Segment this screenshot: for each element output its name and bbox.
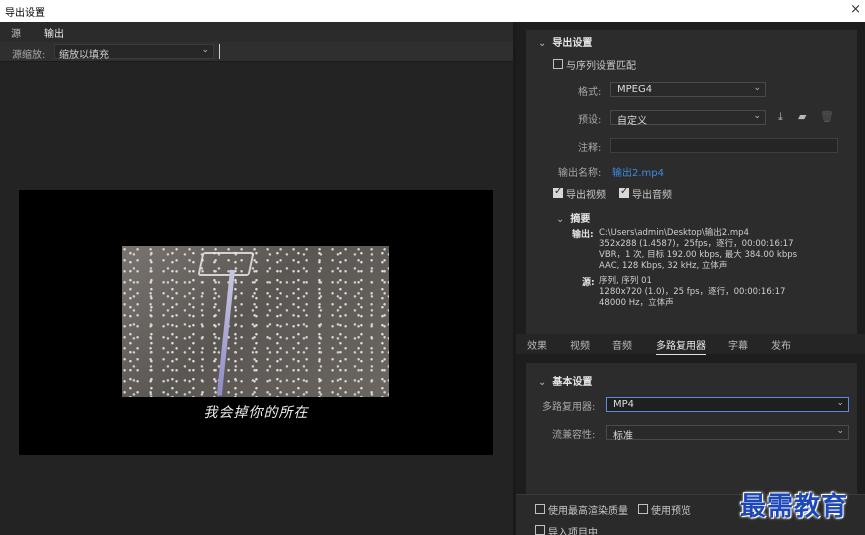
settings-tabs: 效果 视频 音频 多路复用器 字幕 发布 [516,334,865,355]
summary-output-line: AAC, 128 Kbps, 32 kHz, 立体声 [599,261,728,271]
scale-bar: 源缩放: 缩放以填充 ⌄ [0,42,513,62]
format-value: MPEG4 [617,84,653,95]
settings-pane: ⌄ 导出设置 与序列设置匹配 格式: MPEG4 ⌄ 预设: 自定义 ⌄ ⤓ ▰ … [516,22,865,535]
export-settings-panel: ⌄ 导出设置 与序列设置匹配 格式: MPEG4 ⌄ 预设: 自定义 ⌄ ⤓ ▰ … [526,30,857,340]
video-caption: 我会掉你的所在 [203,405,309,421]
source-output-tabs: 源 输出 [0,22,513,43]
output-name-label: 输出名称: [558,168,602,179]
summary-header[interactable]: ⌄ 摘要 [556,210,590,225]
multiplexer-dropdown[interactable]: MP4 ⌄ [606,397,849,412]
tab-publish[interactable]: 发布 [771,337,791,352]
tower-lights-graphic [197,252,255,276]
import-project-label: 导入项目中 [548,528,598,535]
window-title: 导出设置 [5,8,45,19]
export-video-label: 导出视频 [566,190,606,201]
basic-settings-title: 基本设置 [552,377,593,388]
delete-preset-icon[interactable]: 🗑 [820,110,834,123]
stream-compat-value: 标准 [613,431,633,442]
chevron-down-icon: ⌄ [836,426,844,436]
chevron-down-icon: ⌄ [753,83,761,93]
chevron-down-icon: ⌄ [538,377,547,388]
export-settings-title: 导出设置 [552,38,593,49]
summary-output-key: 输出: [572,230,594,240]
comment-input[interactable] [610,138,838,153]
use-preview-checkbox[interactable] [638,504,648,514]
match-sequence-label: 与序列设置匹配 [566,61,636,72]
use-preview-label: 使用预览 [651,506,691,517]
save-preset-icon[interactable]: ⤓ [778,110,783,124]
summary-source-line: 序列, 序列 01 [599,276,652,286]
preset-value: 自定义 [617,116,647,127]
summary-title: 摘要 [570,214,591,225]
source-scale-value: 缩放以填充 [59,50,109,61]
export-audio-label: 导出音频 [632,190,672,201]
basic-settings-panel: ⌄ 基本设置 多路复用器: MP4 ⌄ 流兼容性: 标准 ⌄ [526,363,857,494]
max-render-quality-label: 使用最高渲染质量 [548,506,628,517]
watermark-logo: 最需教育 [740,492,849,522]
summary-source-line: 1280x720 (1.0)，25 fps，逐行，00:00:16:17 [599,287,786,297]
stream-compat-dropdown[interactable]: 标准 ⌄ [606,425,849,442]
max-render-quality-checkbox[interactable] [535,504,545,514]
output-name-link[interactable]: 输出2.mp4 [612,164,664,179]
video-frame [122,246,389,397]
summary-output-line: VBR，1 次, 目标 192.00 kbps, 最大 384.00 kbps [599,250,798,260]
summary-source-line: 48000 Hz，立体声 [599,298,674,308]
summary-source-key: 源: [582,278,595,288]
multiplexer-label: 多路复用器: [542,402,596,413]
source-scale-dropdown[interactable]: 缩放以填充 ⌄ [54,44,214,61]
export-video-checkbox[interactable] [553,186,563,198]
format-dropdown[interactable]: MPEG4 ⌄ [610,82,766,97]
tab-audio[interactable]: 音频 [612,337,632,352]
summary-output-line: 352x288 (1.4587)，25fps，逐行，00:00:16:17 [599,239,794,249]
basic-settings-header[interactable]: ⌄ 基本设置 [538,373,592,388]
multiplexer-value: MP4 [613,399,635,410]
tab-effects[interactable]: 效果 [527,337,547,352]
export-settings-header[interactable]: ⌄ 导出设置 [538,34,592,49]
import-preset-icon[interactable]: ▰ [798,110,806,123]
summary-output-line: C:\Users\admin\Desktop\输出2.mp4 [599,228,749,238]
text-cursor [219,44,220,59]
import-project-checkbox[interactable] [535,525,545,535]
close-icon[interactable]: × [850,2,861,17]
tab-source[interactable]: 源 [11,25,21,40]
title-bar: 导出设置 × [0,0,865,22]
chevron-down-icon: ⌄ [556,214,565,225]
tab-multiplexer[interactable]: 多路复用器 [656,337,706,355]
chevron-down-icon: ⌄ [201,45,209,55]
tab-video[interactable]: 视频 [570,337,590,352]
source-scale-label: 源缩放: [12,50,46,61]
tab-output[interactable]: 输出 [44,25,64,43]
preset-dropdown[interactable]: 自定义 ⌄ [610,110,766,127]
export-audio-checkbox[interactable] [619,186,629,198]
chevron-down-icon: ⌄ [753,111,761,121]
format-label: 格式: [578,87,602,98]
stream-compat-label: 流兼容性: [552,430,596,441]
comment-label: 注释: [578,143,602,154]
tab-captions[interactable]: 字幕 [728,337,748,352]
chevron-down-icon: ⌄ [538,38,547,49]
chevron-down-icon: ⌄ [836,398,844,408]
match-sequence-checkbox[interactable] [553,59,563,69]
preset-label: 预设: [578,115,602,126]
